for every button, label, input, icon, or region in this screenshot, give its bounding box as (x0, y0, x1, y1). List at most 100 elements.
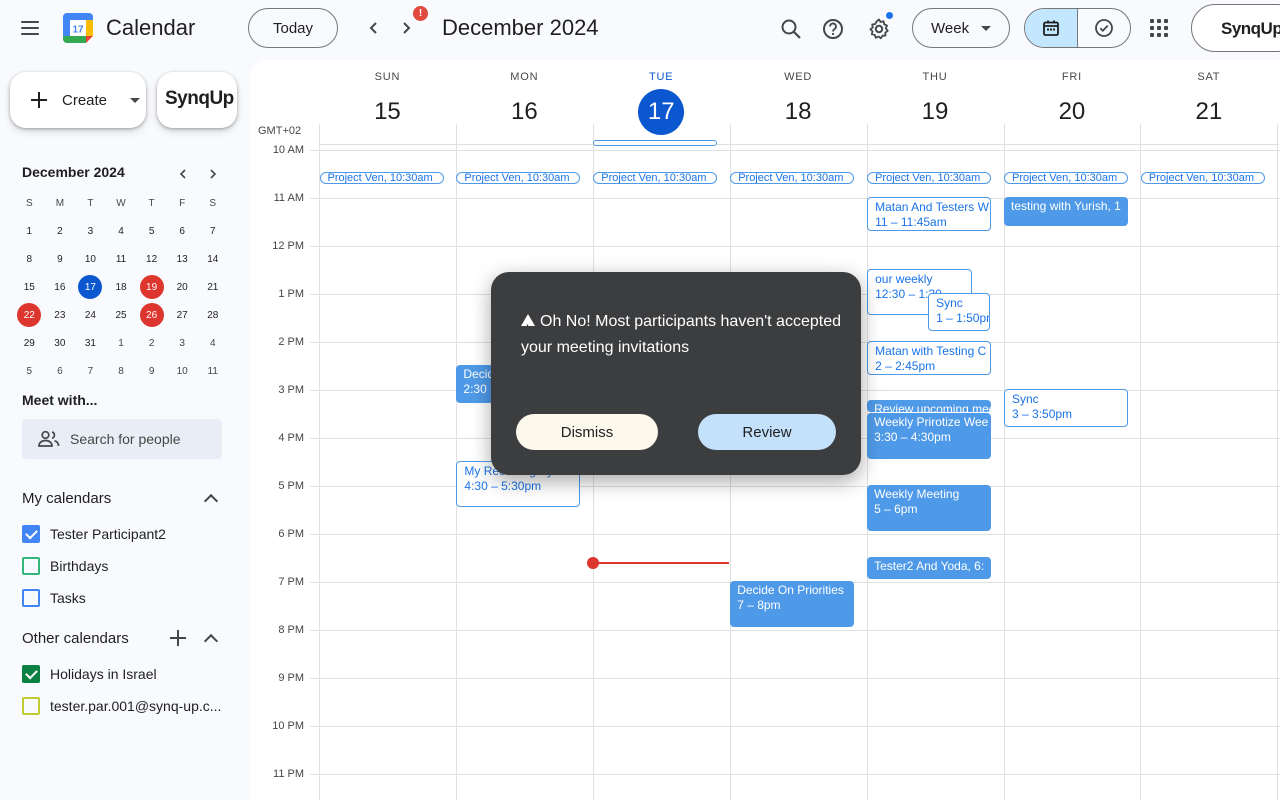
calendar-checkbox[interactable] (22, 589, 40, 607)
calendar-checkbox[interactable] (22, 697, 40, 715)
mini-calendar-previous[interactable] (173, 164, 193, 184)
day-header-sat[interactable]: SAT 21 (1140, 60, 1277, 146)
mini-calendar-day[interactable]: 8 (106, 357, 137, 385)
calendar-event[interactable]: Decide On Priorities 7 – 8pm (730, 581, 855, 627)
mini-calendar-day[interactable]: 14 (197, 245, 228, 273)
mini-calendar-day[interactable]: 26 (136, 301, 167, 329)
calendar-event[interactable]: Project Ven, 10:30am (730, 172, 855, 184)
calendar-event[interactable]: Project Ven, 10:30am (456, 172, 581, 184)
calendar-list-item[interactable]: Tasks (22, 586, 86, 610)
mini-calendar-day[interactable]: 3 (167, 329, 198, 357)
search-people-input[interactable]: Search for people (22, 419, 222, 459)
calendar-event[interactable]: Tester2 And Yoda, 6: (867, 557, 992, 579)
mini-calendar-day[interactable]: 21 (197, 273, 228, 301)
mini-calendar-day[interactable]: 27 (167, 301, 198, 329)
calendar-event[interactable]: Project Ven, 10:30am (867, 172, 992, 184)
mini-calendar-day[interactable]: 1 (106, 329, 137, 357)
day-header-wed[interactable]: WED 18 (730, 60, 867, 146)
day-number[interactable]: 19 (912, 89, 958, 135)
mini-calendar-day[interactable]: 30 (45, 329, 76, 357)
calendar-checkbox[interactable] (22, 665, 40, 683)
calendar-event[interactable]: testing with Yurish, 1 (1004, 197, 1128, 226)
day-number[interactable]: 16 (501, 89, 547, 135)
calendar-event[interactable]: Project Ven, 10:30am (1140, 172, 1265, 184)
synqup-extension-button[interactable]: SynqUp (1191, 4, 1280, 52)
calendar-checkbox[interactable] (22, 525, 40, 543)
mini-calendar-day[interactable]: 24 (75, 301, 106, 329)
mini-calendar-day[interactable]: 23 (45, 301, 76, 329)
mini-calendar-day[interactable]: 16 (45, 273, 76, 301)
mini-calendar-day[interactable]: 9 (136, 357, 167, 385)
day-header-fri[interactable]: FRI 20 (1004, 60, 1141, 146)
mini-calendar-day[interactable]: 2 (45, 217, 76, 245)
calendar-event[interactable]: Review upcoming mee (867, 400, 992, 412)
synqup-sidebar-button[interactable]: SynqUp (157, 72, 237, 128)
mini-calendar-day[interactable]: 4 (197, 329, 228, 357)
day-header-sun[interactable]: SUN 15 (319, 60, 456, 146)
day-number[interactable]: 20 (1049, 89, 1095, 135)
mini-calendar-day[interactable]: 1 (14, 217, 45, 245)
mini-calendar-day[interactable]: 10 (167, 357, 198, 385)
calendar-checkbox[interactable] (22, 557, 40, 575)
other-calendars-title[interactable]: Other calendars (22, 630, 129, 647)
mini-calendar-day[interactable]: 20 (167, 273, 198, 301)
day-header-tue[interactable]: TUE 17 (593, 60, 730, 146)
mini-calendar-day[interactable]: 18 (106, 273, 137, 301)
mini-calendar-day[interactable]: 22 (14, 301, 45, 329)
mini-calendar-day[interactable]: 12 (136, 245, 167, 273)
day-header-thu[interactable]: THU 19 (867, 60, 1004, 146)
mini-calendar-day[interactable]: 3 (75, 217, 106, 245)
day-number[interactable]: 21 (1186, 89, 1232, 135)
calendar-event[interactable]: Project Ven, 10:30am (1004, 172, 1128, 184)
calendar-list-item[interactable]: Birthdays (22, 554, 108, 578)
mini-calendar-day[interactable]: 5 (14, 357, 45, 385)
mini-calendar-day[interactable]: 6 (167, 217, 198, 245)
day-number[interactable]: 17 (638, 89, 685, 135)
view-selector[interactable]: Week (912, 8, 1010, 48)
calendar-event[interactable] (593, 140, 718, 146)
calendar-event[interactable]: Project Ven, 10:30am (319, 172, 444, 184)
my-calendars-title[interactable]: My calendars (22, 490, 111, 507)
alert-badge[interactable]: ! (413, 6, 428, 21)
main-menu-button[interactable] (14, 12, 46, 44)
calendar-event[interactable]: Matan with Testing C2 – 2:45pm (867, 341, 992, 375)
calendar-event[interactable]: Matan And Testers W 11 – 11:45am (867, 197, 992, 231)
calendar-list-item[interactable]: Holidays in Israel (22, 662, 157, 686)
mini-calendar-next[interactable] (203, 164, 223, 184)
mini-calendar-day[interactable]: 19 (136, 273, 167, 301)
day-number[interactable]: 15 (364, 89, 410, 135)
mini-calendar-day[interactable]: 2 (136, 329, 167, 357)
mini-calendar-day[interactable]: 6 (45, 357, 76, 385)
mini-calendar-day[interactable]: 13 (167, 245, 198, 273)
mini-calendar-day[interactable]: 7 (75, 357, 106, 385)
mini-calendar-day[interactable]: 25 (106, 301, 137, 329)
mini-calendar-day[interactable]: 29 (14, 329, 45, 357)
mini-calendar-day[interactable]: 4 (106, 217, 137, 245)
mini-calendar-day[interactable]: 31 (75, 329, 106, 357)
mini-calendar-day[interactable]: 10 (75, 245, 106, 273)
mini-calendar-day[interactable]: 7 (197, 217, 228, 245)
calendar-list-item[interactable]: tester.par.001@synq-up.c... (22, 694, 221, 718)
mini-calendar-day[interactable]: 28 (197, 301, 228, 329)
help-button[interactable] (816, 12, 850, 46)
tasks-view-toggle[interactable] (1078, 9, 1130, 47)
mini-calendar-day[interactable]: 5 (136, 217, 167, 245)
review-button[interactable]: Review (698, 414, 836, 450)
calendar-list-item[interactable]: Tester Participant2 (22, 522, 166, 546)
dismiss-button[interactable]: Dismiss (516, 414, 658, 450)
calendar-event[interactable]: Sync 3 – 3:50pm (1004, 389, 1128, 427)
google-apps-button[interactable] (1145, 14, 1173, 42)
day-number[interactable]: 18 (775, 89, 821, 135)
mini-calendar-day[interactable]: 17 (75, 273, 106, 301)
chevron-up-icon[interactable] (201, 489, 221, 509)
mini-calendar-day[interactable]: 11 (197, 357, 228, 385)
mini-calendar-day[interactable]: 15 (14, 273, 45, 301)
calendar-event[interactable]: Weekly Meeting 5 – 6pm (867, 485, 992, 531)
today-button[interactable]: Today (248, 8, 338, 48)
search-button[interactable] (774, 12, 808, 46)
create-button[interactable]: Create (10, 72, 146, 128)
mini-calendar-day[interactable]: 8 (14, 245, 45, 273)
calendar-event[interactable]: Weekly Prirotize Wee 3:30 – 4:30pm (867, 413, 992, 459)
day-header-mon[interactable]: MON 16 (456, 60, 593, 146)
calendar-event[interactable]: Sync1 – 1:50pm (928, 293, 991, 331)
